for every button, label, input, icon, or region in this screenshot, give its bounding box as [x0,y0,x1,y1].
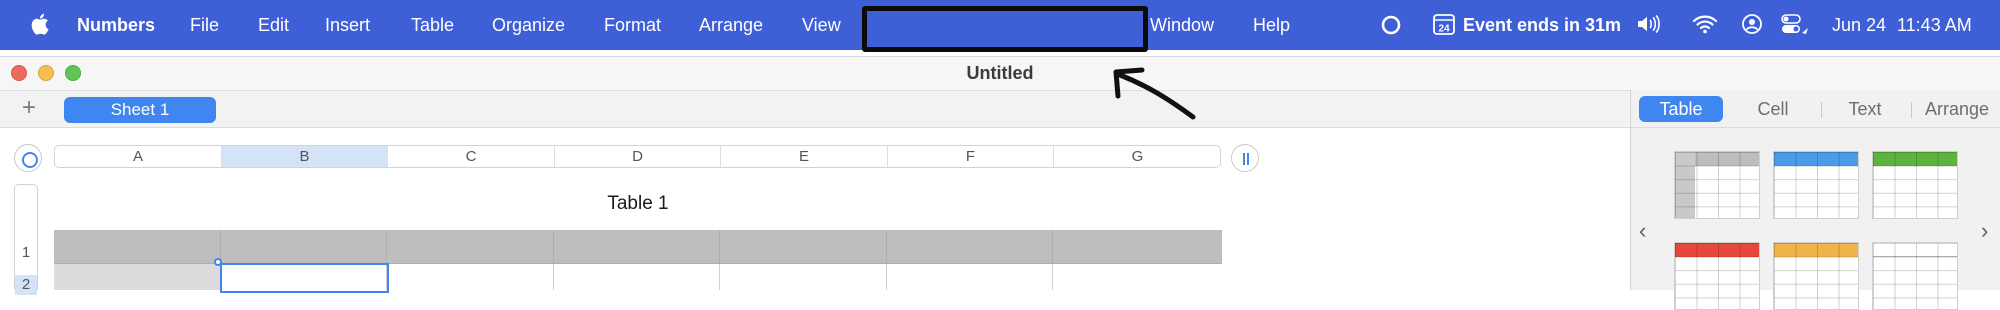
annotation-arrow-icon [1113,67,1196,120]
